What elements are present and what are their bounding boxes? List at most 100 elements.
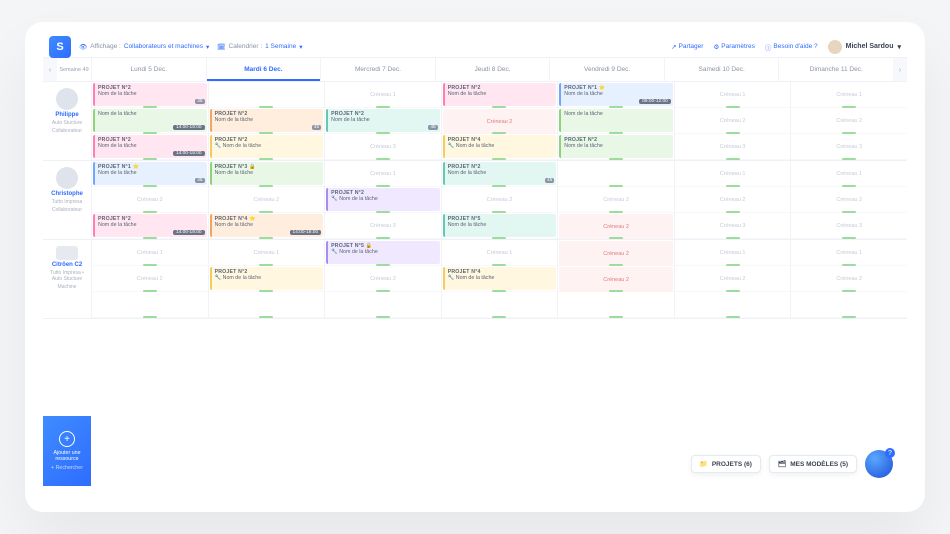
task-card[interactable]: Nom de la tâche14:00-18:00 <box>93 109 207 132</box>
time-slot[interactable]: Créneau 2 <box>92 187 208 213</box>
time-slot[interactable]: PROJET N°2🔧 Nom de la tâche <box>209 266 325 292</box>
drag-handle[interactable] <box>492 237 506 239</box>
drag-handle[interactable] <box>842 316 856 318</box>
time-slot[interactable]: Créneau 1 <box>675 82 791 108</box>
time-slot[interactable]: Créneau 1 <box>675 240 791 266</box>
task-card[interactable]: PROJET N°1 ⭐Nom de la tâche09:00-12:00 <box>559 83 673 106</box>
time-slot[interactable]: Créneau 1 <box>325 82 441 108</box>
help-link[interactable]: ⓘBesoin d'aide ? <box>765 42 818 52</box>
next-week-button[interactable]: › <box>893 58 907 81</box>
add-resource-button[interactable]: + Ajouter uneressource + Rechercher <box>43 416 91 486</box>
task-card[interactable]: PROJET N°2🔧 Nom de la tâche <box>326 188 440 211</box>
day-header-6[interactable]: Dimanche 11 Dec. <box>778 58 893 81</box>
time-slot[interactable]: Créneau 3 <box>675 134 791 160</box>
projects-button[interactable]: 📁 PROJETS (6) <box>691 455 761 473</box>
settings-link[interactable]: ⚙Paramètres <box>713 43 754 51</box>
time-slot[interactable] <box>209 292 325 318</box>
time-slot[interactable] <box>558 161 674 187</box>
time-slot[interactable]: Créneau 2 <box>675 187 791 213</box>
time-slot[interactable] <box>675 292 791 318</box>
time-slot[interactable]: PROJET N°2Nom de la tâche45 <box>209 108 325 134</box>
drag-handle[interactable] <box>143 316 157 318</box>
task-card[interactable]: PROJET N°2🔧 Nom de la tâche <box>210 267 324 290</box>
day-header-0[interactable]: Lundi 5 Dec. <box>91 58 206 81</box>
drag-handle[interactable] <box>842 237 856 239</box>
time-slot[interactable]: PROJET N°2Nom de la tâche14:00-18:00 <box>92 134 208 160</box>
time-slot[interactable]: Créneau 1 <box>791 161 907 187</box>
time-slot[interactable]: Créneau 3 <box>675 213 791 239</box>
task-card[interactable]: PROJET N°2Nom de la tâche45 <box>326 109 440 132</box>
drag-handle[interactable] <box>609 316 623 318</box>
time-slot[interactable]: PROJET N°1 ⭐Nom de la tâche45 <box>92 161 208 187</box>
time-slot[interactable] <box>442 292 558 318</box>
time-slot[interactable]: PROJET N°2🔧 Nom de la tâche <box>325 187 441 213</box>
time-slot[interactable]: Créneau 1 <box>209 240 325 266</box>
resource-name[interactable]: Christophe <box>51 191 83 197</box>
task-card[interactable]: PROJET N°4🔧 Nom de la tâche <box>443 135 557 158</box>
time-slot[interactable]: Créneau 2 <box>791 187 907 213</box>
task-card[interactable]: PROJET N°5 🔒🔧 Nom de la tâche <box>326 241 440 264</box>
time-slot[interactable]: Créneau 3 <box>325 134 441 160</box>
task-card[interactable]: PROJET N°3 🔒Nom de la tâche <box>210 162 324 185</box>
time-slot[interactable]: Créneau 3 <box>791 134 907 160</box>
task-card[interactable]: PROJET N°2Nom de la tâche45 <box>443 162 557 185</box>
calendar-filter[interactable]: 🗓 Calendrier : 1 Semaine ▾ <box>217 43 302 51</box>
task-card[interactable]: PROJET N°2Nom de la tâche <box>443 83 557 106</box>
time-slot[interactable] <box>325 292 441 318</box>
time-slot[interactable]: PROJET N°2Nom de la tâche14:00-18:00 <box>92 213 208 239</box>
time-slot[interactable]: Créneau 2 <box>558 240 674 266</box>
time-slot[interactable]: PROJET N°5 🔒🔧 Nom de la tâche <box>325 240 441 266</box>
drag-handle[interactable] <box>726 158 740 160</box>
drag-handle[interactable] <box>842 158 856 160</box>
drag-handle[interactable] <box>376 316 390 318</box>
time-slot[interactable]: PROJET N°5Nom de la tâche <box>442 213 558 239</box>
help-mascot[interactable] <box>865 450 893 478</box>
display-filter[interactable]: 👁 Affichage : Collaborateurs et machines… <box>79 43 209 51</box>
drag-handle[interactable] <box>259 158 273 160</box>
day-header-4[interactable]: Vendredi 9 Dec. <box>549 58 664 81</box>
time-slot[interactable]: PROJET N°4🔧 Nom de la tâche <box>442 266 558 292</box>
drag-handle[interactable] <box>376 158 390 160</box>
drag-handle[interactable] <box>609 158 623 160</box>
task-card[interactable]: PROJET N°1 ⭐Nom de la tâche45 <box>93 162 207 185</box>
drag-handle[interactable] <box>259 316 273 318</box>
time-slot[interactable]: PROJET N°2🔧 Nom de la tâche <box>209 134 325 160</box>
time-slot[interactable]: Créneau 2 <box>558 213 674 239</box>
time-slot[interactable]: Créneau 2 <box>675 108 791 134</box>
day-header-1[interactable]: Mardi 6 Dec. <box>206 58 321 81</box>
time-slot[interactable] <box>558 292 674 318</box>
time-slot[interactable]: PROJET N°3 🔒Nom de la tâche <box>209 161 325 187</box>
drag-handle[interactable] <box>259 237 273 239</box>
time-slot[interactable]: Nom de la tâche14:00-18:00 <box>92 108 208 134</box>
time-slot[interactable]: Créneau 1 <box>442 240 558 266</box>
task-card[interactable]: PROJET N°2Nom de la tâche <box>559 135 673 158</box>
time-slot[interactable]: PROJET N°2Nom de la tâche45 <box>442 161 558 187</box>
task-card[interactable]: PROJET N°2🔧 Nom de la tâche <box>210 135 324 158</box>
time-slot[interactable]: Créneau 3 <box>791 213 907 239</box>
time-slot[interactable]: Créneau 2 <box>791 108 907 134</box>
time-slot[interactable]: Créneau 2 <box>325 266 441 292</box>
models-button[interactable]: 🗂 MES MODÈLES (5) <box>769 455 857 473</box>
day-header-5[interactable]: Samedi 10 Dec. <box>664 58 779 81</box>
time-slot[interactable]: Créneau 3 <box>325 213 441 239</box>
time-slot[interactable]: PROJET N°2Nom de la tâche45 <box>325 108 441 134</box>
time-slot[interactable]: Créneau 2 <box>442 187 558 213</box>
task-card[interactable]: PROJET N°2Nom de la tâche45 <box>210 109 324 132</box>
prev-week-button[interactable]: ‹ <box>43 58 57 81</box>
time-slot[interactable]: PROJET N°1 ⭐Nom de la tâche09:00-12:00 <box>558 82 674 108</box>
task-card[interactable]: PROJET N°2Nom de la tâche14:00-18:00 <box>93 135 207 158</box>
task-card[interactable]: Nom de la tâche <box>559 109 673 132</box>
drag-handle[interactable] <box>143 237 157 239</box>
time-slot[interactable]: Nom de la tâche <box>558 108 674 134</box>
task-card[interactable]: PROJET N°4🔧 Nom de la tâche <box>443 267 557 290</box>
day-header-3[interactable]: Jeudi 8 Dec. <box>435 58 550 81</box>
drag-handle[interactable] <box>492 158 506 160</box>
drag-handle[interactable] <box>143 158 157 160</box>
time-slot[interactable]: Créneau 2 <box>558 187 674 213</box>
time-slot[interactable]: Créneau 1 <box>791 82 907 108</box>
share-link[interactable]: ↗Partager <box>671 43 703 51</box>
drag-handle[interactable] <box>726 237 740 239</box>
drag-handle[interactable] <box>376 237 390 239</box>
time-slot[interactable]: Créneau 2 <box>209 187 325 213</box>
time-slot[interactable]: Créneau 2 <box>791 266 907 292</box>
